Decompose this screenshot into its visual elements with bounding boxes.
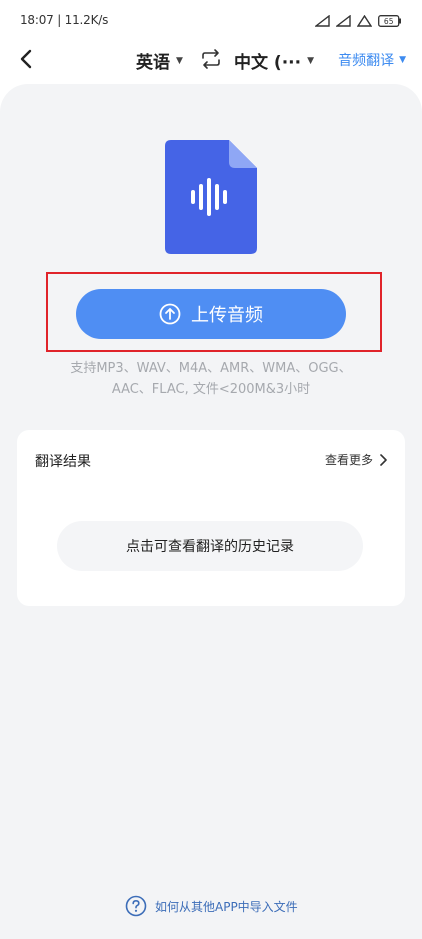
target-language-label: 中文 (··· (234, 53, 302, 73)
translation-results-card: 翻译结果 查看更多 点击可查看翻译的历史记录 (17, 430, 405, 606)
battery-level: 65 (384, 17, 394, 26)
history-button[interactable]: 点击可查看翻译的历史记录 (57, 521, 363, 571)
mode-select[interactable]: 音频翻译 ▼ (338, 50, 406, 70)
view-more-link[interactable]: 查看更多 (325, 451, 387, 468)
battery-icon: 65 (378, 12, 402, 31)
history-prompt-label: 点击可查看翻译的历史记录 (126, 539, 294, 555)
header: 英语 ▼ 中文 (··· ▼ 音频翻译 ▼ (0, 40, 422, 80)
back-button[interactable] (14, 46, 40, 72)
swap-languages-icon[interactable] (198, 48, 224, 70)
caret-down-icon: ▼ (307, 55, 314, 66)
results-title: 翻译结果 (35, 454, 91, 470)
view-more-label: 查看更多 (324, 453, 373, 467)
signal-icon (334, 12, 351, 31)
status-bar: 18:07 | 11.2K/s 65 (0, 0, 422, 40)
upload-button-label: 上传音频 (191, 305, 263, 326)
audio-file-icon (165, 140, 257, 254)
caret-down-icon: ▼ (176, 55, 183, 66)
source-language-label: 英语 (136, 53, 170, 73)
supported-formats-text: 支持MP3、WAV、M4A、AMR、WMA、OGG、 AAC、FLAC, 文件<… (30, 358, 392, 400)
question-circle-icon (125, 895, 147, 917)
signal-icon (313, 12, 330, 31)
caret-down-icon: ▼ (399, 55, 406, 65)
wifi-icon (356, 12, 373, 31)
upload-audio-button[interactable]: 上传音频 (76, 289, 346, 339)
formats-line-1: 支持MP3、WAV、M4A、AMR、WMA、OGG、 (70, 361, 352, 376)
formats-line-2: AAC、FLAC, 文件<200M&3小时 (111, 382, 311, 397)
help-label: 如何从其他APP中导入文件 (155, 899, 298, 914)
status-text: 18:07 | 11.2K/s (20, 13, 109, 27)
mode-label: 音频翻译 (338, 53, 395, 69)
source-language-select[interactable]: 英语 ▼ (136, 48, 183, 73)
chevron-left-icon (20, 49, 32, 69)
upload-arrow-icon (159, 303, 181, 325)
target-language-select[interactable]: 中文 (··· ▼ (234, 48, 314, 73)
import-help-link[interactable]: 如何从其他APP中导入文件 (125, 895, 298, 917)
chevron-right-icon (380, 453, 387, 466)
status-icons: 65 (313, 12, 402, 31)
